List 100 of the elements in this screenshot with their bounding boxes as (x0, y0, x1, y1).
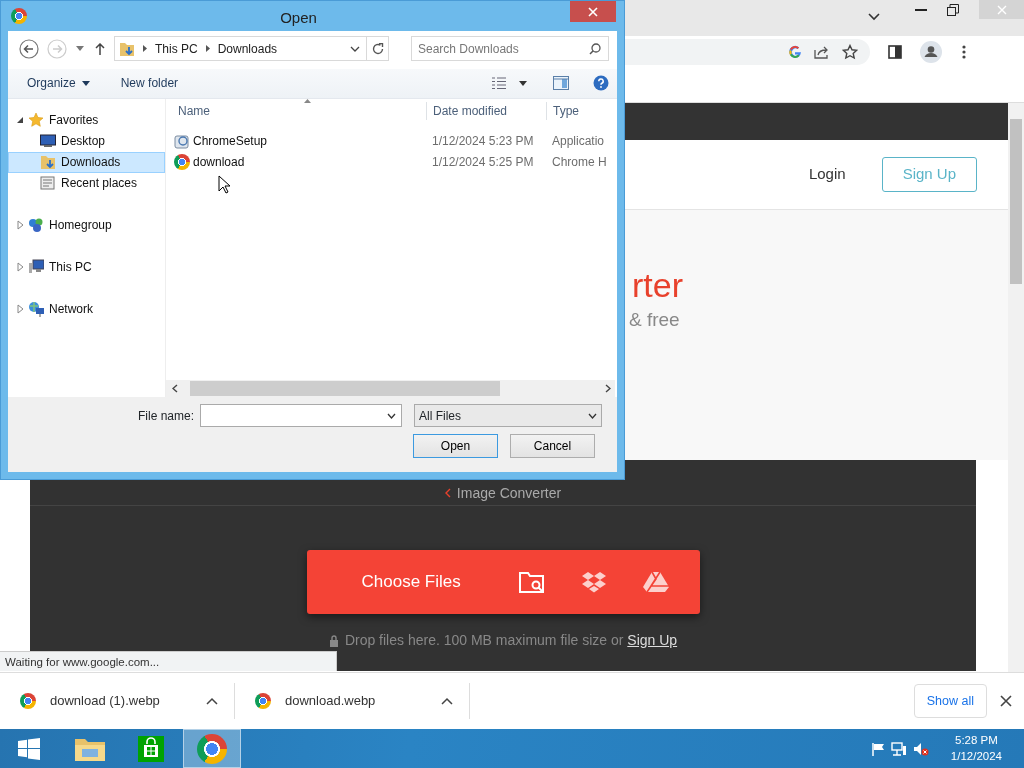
folder-search-icon[interactable] (518, 570, 545, 594)
table-cell-text: Chrome H (551, 154, 606, 172)
drop-hint-text: Drop files here. 100 MB maximum file size or Sign Up (344, 631, 678, 650)
monitor-icon (40, 133, 56, 150)
search-field[interactable]: Search Downloads (411, 36, 609, 62)
breadcrumb-item[interactable]: This PC (155, 39, 198, 58)
drive-icon[interactable] (642, 571, 669, 593)
expanded-arrow-icon[interactable] (15, 115, 25, 126)
menu-icon[interactable] (962, 45, 966, 59)
dialog-title: Open (279, 8, 318, 28)
file-name-field[interactable] (200, 404, 403, 428)
tree-item[interactable]: Homegroup (8, 214, 165, 236)
help-icon[interactable] (593, 75, 609, 92)
chevron-left-icon[interactable] (172, 384, 178, 394)
file-name[interactable]: download (193, 153, 245, 172)
scrollbar[interactable] (1008, 103, 1024, 672)
network-icon[interactable] (890, 741, 907, 756)
caret-up-icon[interactable] (206, 697, 218, 705)
column-header[interactable]: Type (546, 101, 606, 120)
login-link[interactable]: Login (808, 163, 846, 186)
column-header[interactable]: Date modified (426, 101, 546, 120)
computer-icon (28, 259, 44, 276)
chevron-down-icon[interactable] (350, 45, 360, 52)
tree-item[interactable]: Network (8, 298, 165, 320)
file-name[interactable]: ChromeSetup (193, 132, 268, 151)
chevron-down-icon[interactable] (868, 13, 880, 21)
start-icon (18, 737, 40, 760)
share-icon[interactable] (814, 45, 830, 59)
scrollbar-thumb[interactable] (1010, 119, 1022, 284)
column-header[interactable]: Name (166, 101, 426, 120)
preview-pane-icon[interactable] (553, 76, 569, 91)
g-logo-icon[interactable] (788, 45, 802, 59)
installer-icon (174, 133, 190, 150)
hero-title: rter (632, 268, 684, 302)
field-label: File name: (138, 407, 195, 425)
chevron-down-icon (588, 412, 598, 419)
star-icon (28, 112, 44, 129)
taskbar-clock[interactable]: 5:28 PM 1/12/2024 (950, 733, 1002, 764)
flag-icon[interactable] (870, 741, 885, 756)
breadcrumb-arrow-icon (143, 45, 147, 53)
sort-arrow-icon (304, 98, 311, 103)
muted-speaker-icon[interactable] (912, 741, 929, 756)
network-icon (28, 301, 44, 318)
new-folder-button[interactable]: New folder (110, 74, 189, 93)
tree-item[interactable]: Recent places (8, 172, 165, 194)
breadcrumb-arrow-icon (205, 45, 210, 53)
chevron-right-icon[interactable] (605, 384, 611, 394)
download-item[interactable]: download (1).webp (0, 683, 235, 719)
close-button[interactable] (570, 1, 616, 22)
browser-logo-icon (174, 154, 190, 171)
tree-item[interactable]: This PC (8, 256, 165, 278)
address-box[interactable]: This PC Downloads (114, 36, 389, 62)
chevron-down-icon (387, 412, 397, 419)
document-icon (40, 175, 56, 192)
homegroup-icon (28, 217, 44, 234)
refresh-icon (371, 42, 384, 55)
collapsed-arrow-icon[interactable] (15, 220, 25, 231)
file-type-dropdown[interactable]: All Files (414, 404, 603, 428)
folder-download-icon (40, 154, 56, 171)
horizontal-scrollbar[interactable] (166, 380, 615, 398)
close-icon (588, 6, 598, 17)
open-button[interactable]: Open (413, 434, 498, 459)
up-arrow-icon[interactable] (95, 42, 105, 55)
table-cell-text: 1/12/2024 5:25 PM (431, 154, 535, 172)
choose-files-button[interactable]: Choose Files (306, 550, 700, 614)
show-all-button[interactable]: Show all (913, 683, 987, 719)
lock-icon (328, 634, 339, 647)
collapsed-arrow-icon[interactable] (15, 262, 25, 273)
table-cell-text: 1/12/2024 5:23 PM (431, 133, 535, 151)
back-icon[interactable] (19, 38, 39, 59)
tree-item[interactable]: Favorites (8, 109, 165, 131)
sign-up-link[interactable]: Sign Up (627, 632, 678, 648)
browser-logo-icon (20, 693, 36, 709)
collapsed-arrow-icon[interactable] (15, 304, 25, 315)
shopping-bag-icon (138, 735, 164, 762)
dropdown-arrow-icon[interactable] (519, 80, 527, 86)
close-icon[interactable] (1000, 695, 1012, 707)
avatar-icon[interactable] (920, 41, 942, 63)
close-icon (996, 4, 1007, 15)
list-view-icon[interactable] (492, 77, 506, 90)
download-item[interactable]: download.webp (235, 683, 470, 719)
organize-button[interactable]: Organize (17, 74, 100, 93)
dropbox-icon[interactable] (580, 571, 607, 593)
tree-item[interactable]: Desktop (8, 130, 165, 152)
folder-download-icon (119, 40, 135, 57)
taskbar-app-button[interactable] (183, 729, 241, 768)
browser-logo-icon (255, 693, 271, 709)
caret-up-icon[interactable] (441, 697, 453, 705)
cancel-button[interactable]: Cancel (510, 434, 595, 459)
breadcrumb-item[interactable]: Downloads (217, 39, 278, 58)
scrollbar-thumb[interactable] (190, 381, 500, 397)
side-panel-icon[interactable] (888, 45, 902, 59)
hero-subtitle: & free (629, 308, 681, 332)
browser-logo-icon (11, 8, 27, 24)
restore-icon[interactable] (947, 4, 959, 16)
browser-logo-icon (197, 733, 227, 764)
tree-item[interactable]: Downloads (8, 151, 165, 173)
star-icon[interactable] (842, 44, 858, 60)
breadcrumb-link[interactable]: Image Converter (456, 486, 562, 500)
search-icon (589, 43, 601, 56)
